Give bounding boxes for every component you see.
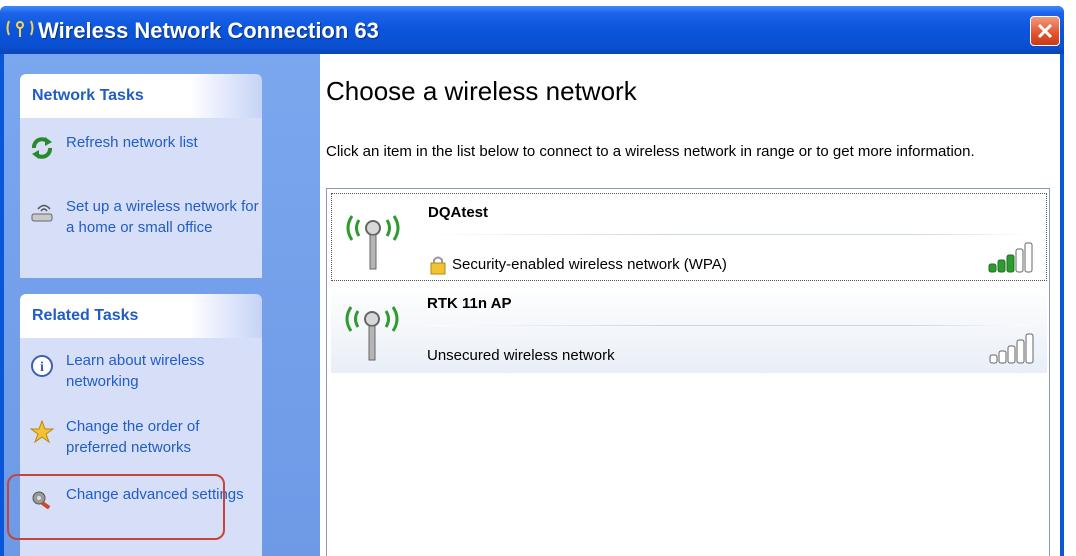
- network-tasks-header[interactable]: Network Tasks: [20, 74, 262, 118]
- window-title: Wireless Network Connection 63: [38, 18, 379, 43]
- instructions-text: Click an item in the list below to conne…: [326, 143, 975, 160]
- task-label: Change the order of preferred networks: [66, 418, 200, 456]
- close-button[interactable]: [1030, 16, 1060, 46]
- star-icon: [29, 419, 55, 444]
- separator: [427, 325, 1029, 326]
- task-refresh-network-list[interactable]: Refresh network list: [30, 132, 260, 176]
- related-tasks-title: Related Tasks: [32, 307, 139, 324]
- signal-strength-icon: [988, 242, 1036, 279]
- refresh-icon: [30, 136, 54, 160]
- task-label: Learn about wireless networking: [66, 352, 205, 390]
- wireless-antenna-icon: [342, 202, 404, 277]
- network-item-rtk-11n-ap[interactable]: RTK 11n AP Unsecured wireless network: [331, 285, 1047, 373]
- info-icon: i: [30, 354, 54, 378]
- wireless-network-list[interactable]: DQAtest Security-enabled wireless networ…: [326, 188, 1050, 556]
- page-title: Choose a wireless network: [326, 76, 637, 106]
- network-security-status: Security-enabled wireless network (WPA): [452, 256, 727, 273]
- network-ssid: RTK 11n AP: [427, 295, 512, 312]
- window-client-area: Network Tasks Refresh network list Set u…: [4, 54, 1060, 556]
- separator: [428, 234, 1030, 235]
- network-tasks-title: Network Tasks: [32, 87, 144, 104]
- svg-text:i: i: [40, 360, 44, 375]
- task-learn-about-wireless[interactable]: i Learn about wireless networking: [30, 350, 260, 394]
- task-label: Refresh network list: [66, 134, 198, 151]
- wireless-network-window: Wireless Network Connection 63 Network T…: [0, 6, 1064, 556]
- title-bar[interactable]: Wireless Network Connection 63: [0, 6, 1064, 54]
- wireless-antenna-icon: [341, 293, 403, 368]
- network-tasks-body: Refresh network list Set up a wireless n…: [20, 118, 262, 278]
- task-setup-wireless-network[interactable]: Set up a wireless network for a home or …: [30, 196, 260, 240]
- network-security-status: Unsecured wireless network: [427, 347, 615, 364]
- wireless-setup-icon: [30, 200, 54, 224]
- task-pane: Network Tasks Refresh network list Set u…: [4, 54, 320, 556]
- network-item-dqatest[interactable]: DQAtest Security-enabled wireless networ…: [331, 193, 1047, 281]
- task-change-order-preferred[interactable]: Change the order of preferred networks: [29, 416, 260, 460]
- close-icon: [1037, 23, 1053, 39]
- network-ssid: DQAtest: [428, 204, 489, 221]
- highlight-outline: [7, 474, 225, 540]
- related-tasks-header[interactable]: Related Tasks: [20, 294, 262, 338]
- task-label: Set up a wireless network for a home or …: [66, 198, 259, 236]
- signal-strength-icon: [989, 333, 1037, 370]
- wireless-title-icon: [6, 17, 34, 39]
- lock-icon: [428, 254, 448, 281]
- network-list-pane: Choose a wireless network Click an item …: [320, 54, 1060, 556]
- network-tasks-box: Network Tasks Refresh network list Set u…: [20, 74, 262, 278]
